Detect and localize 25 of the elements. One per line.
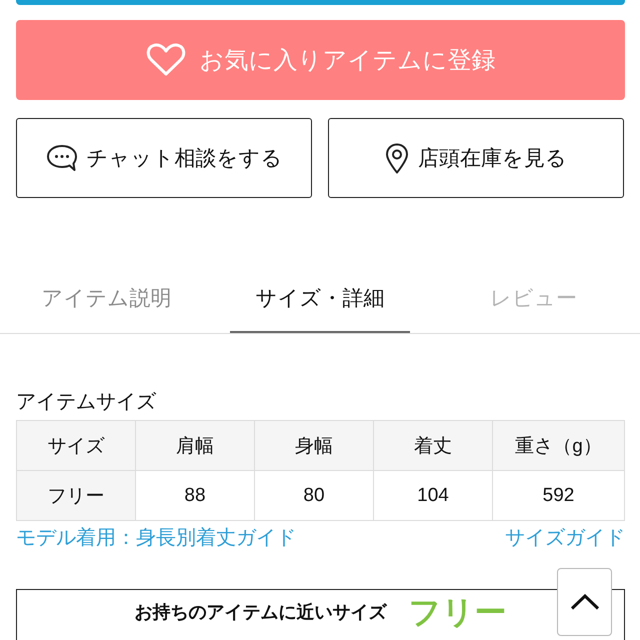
speech-bubble-icon [46,144,78,172]
recommended-size: フリー [408,594,506,630]
heart-icon [146,43,186,77]
caret-up-icon [570,594,600,610]
section-title: アイテムサイズ [16,390,156,414]
table-header-cell: 着丈 [374,421,492,470]
recommendation-label: お持ちのアイテムに近いサイズ [134,601,386,624]
favorite-button[interactable]: お気に入りアイテムに登録 [16,20,625,100]
table-cell: フリー [17,471,135,520]
tab[interactable]: アイテム説明 [16,265,197,333]
location-pin-icon [385,142,409,174]
tab[interactable]: サイズ・詳細 [230,265,410,333]
store-stock-button[interactable]: 店頭在庫を見る [328,118,624,198]
table-cell: 592 [493,471,624,520]
chat-button[interactable]: チャット相談をする [16,118,312,198]
table-header-cell: サイズ [17,421,135,470]
table-header-cell: 重さ（g） [493,421,624,470]
table-cell: 88 [136,471,254,520]
guide-link[interactable]: モデル着用：身長別着丈ガイド [16,526,296,550]
scroll-top-button[interactable] [557,568,612,636]
table-header-cell: 身幅 [255,421,373,470]
table-cell: 104 [374,471,492,520]
table-header-cell: 肩幅 [136,421,254,470]
table-cell: 80 [255,471,373,520]
guide-link[interactable]: サイズガイド [505,526,625,550]
